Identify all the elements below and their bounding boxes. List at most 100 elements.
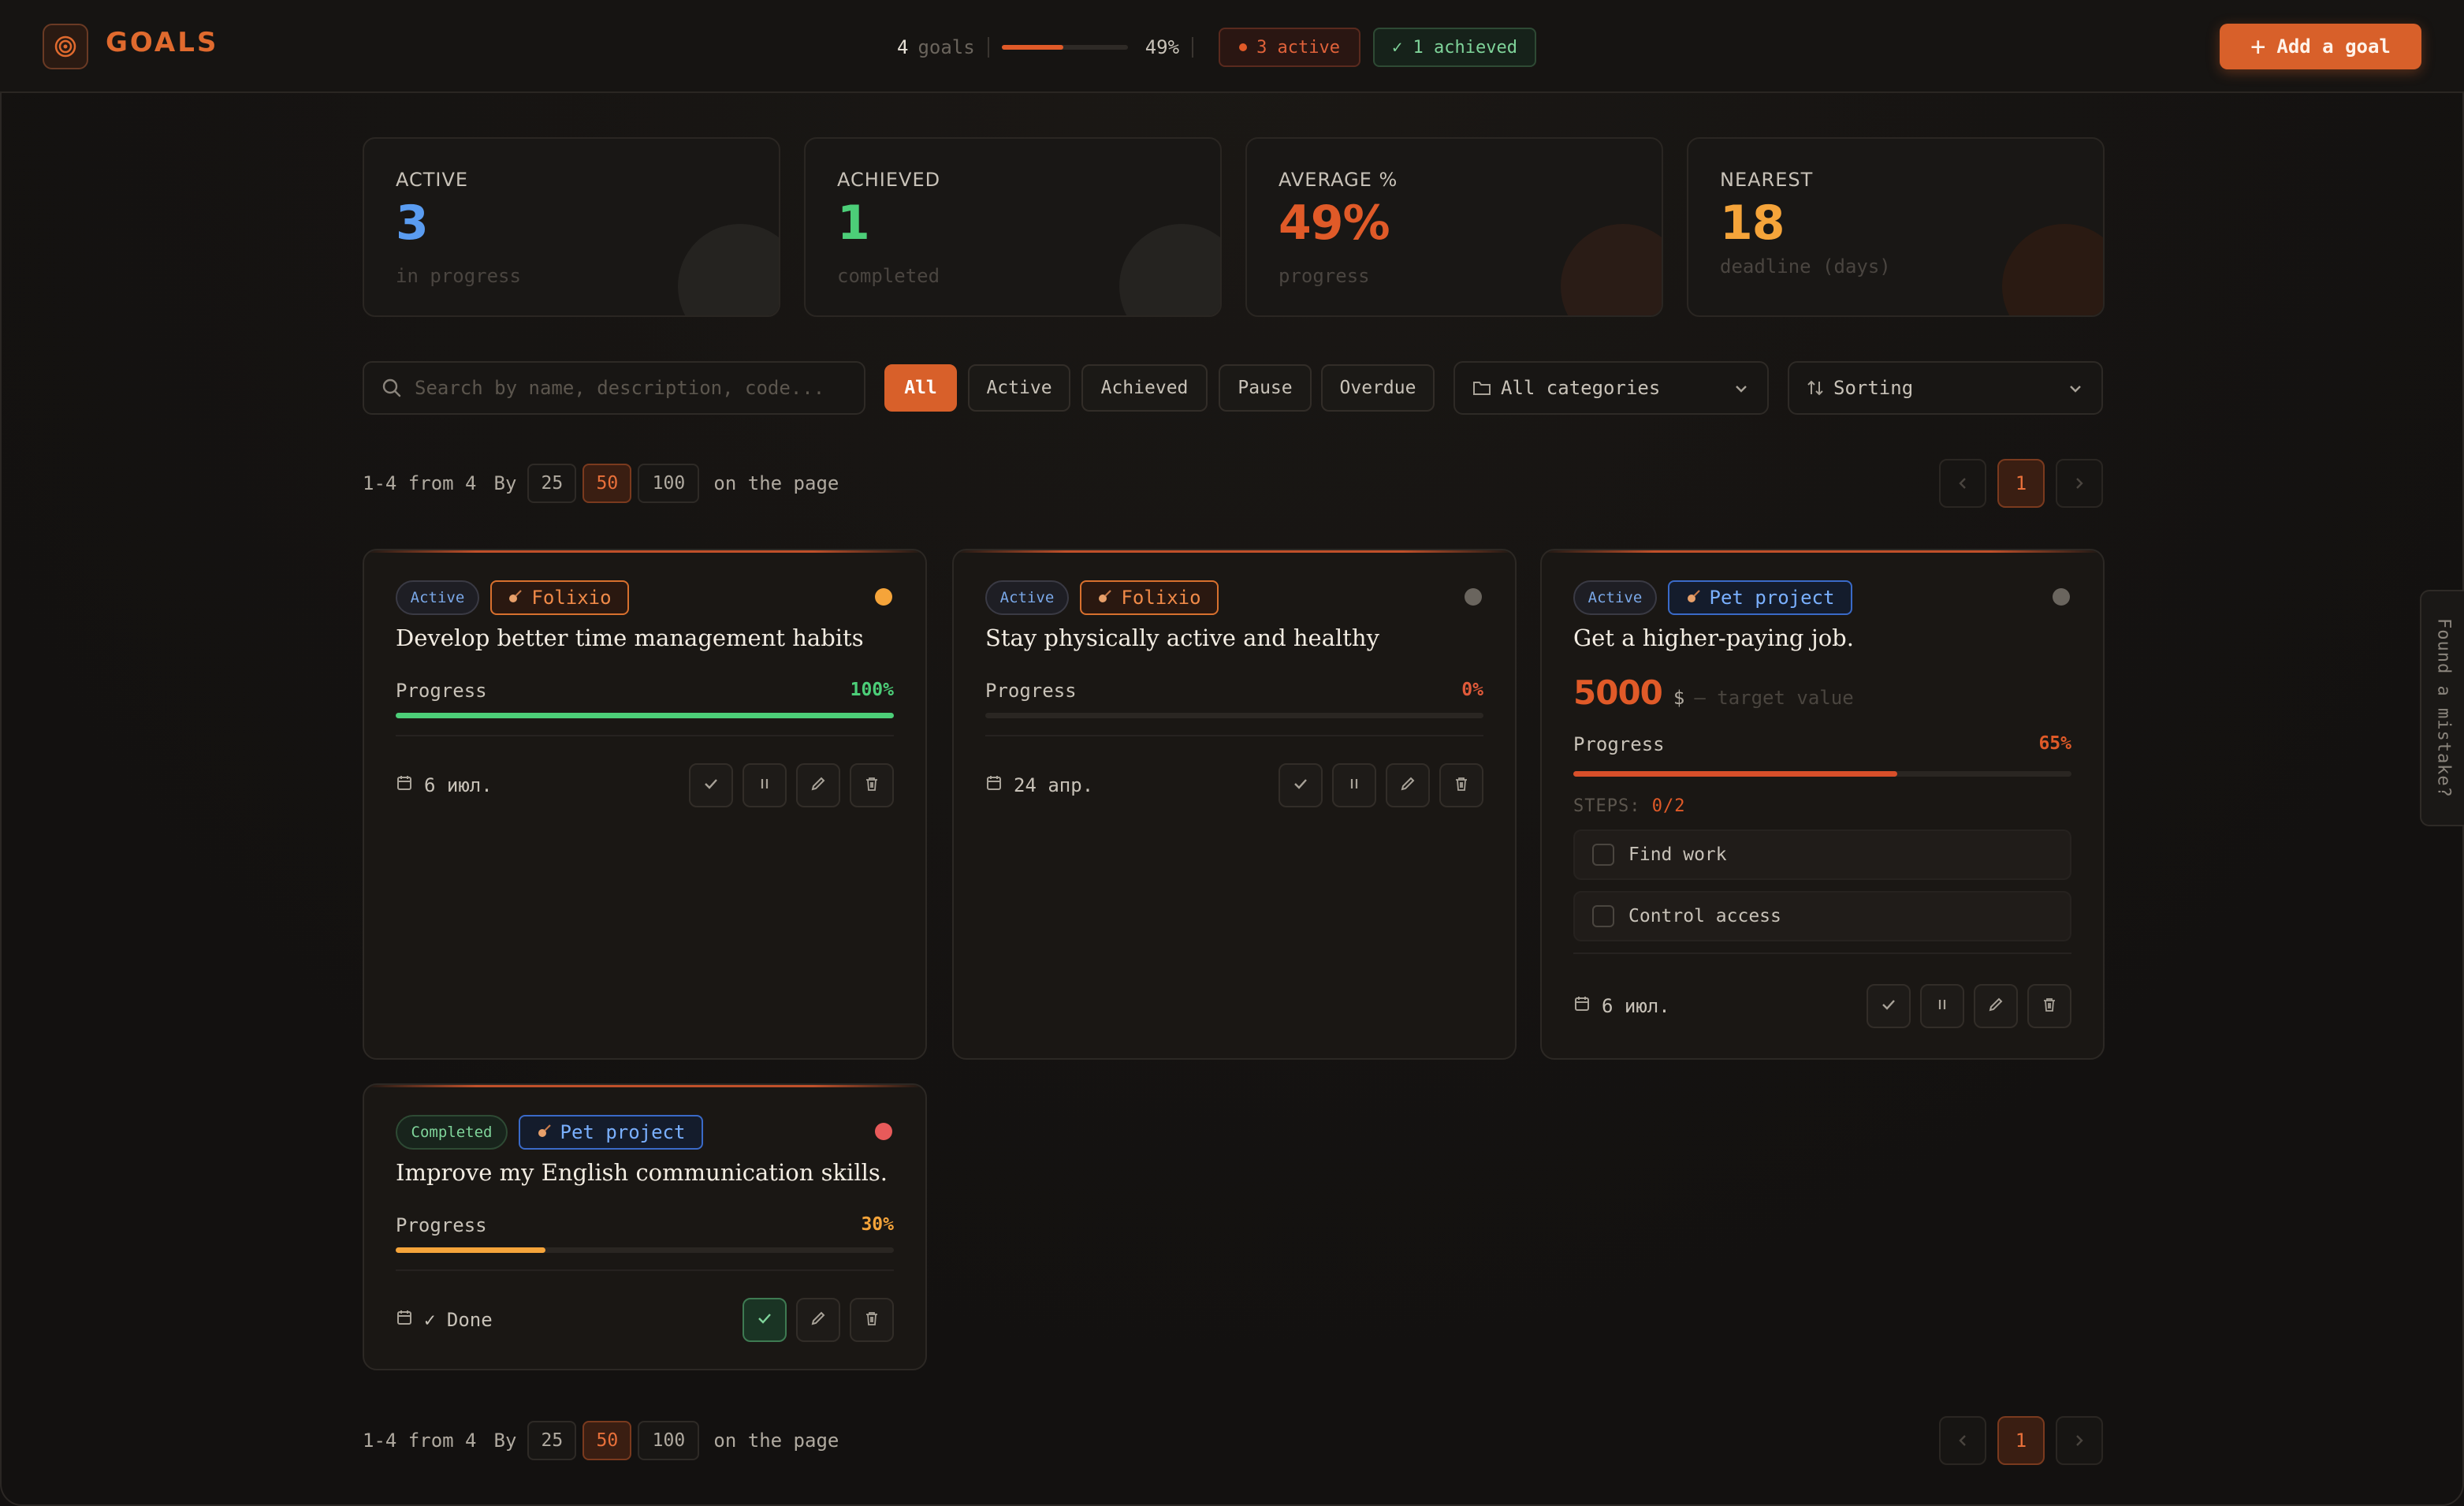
completed-check-button[interactable] xyxy=(743,1298,787,1342)
check-icon xyxy=(1880,996,1897,1016)
status-badge: Active xyxy=(396,580,479,615)
complete-button[interactable] xyxy=(689,763,733,807)
page-number[interactable]: 1 xyxy=(1997,459,2045,508)
check-icon xyxy=(1292,775,1309,796)
target-number: 5000 xyxy=(1573,673,1663,712)
page-size-25[interactable]: 25 xyxy=(527,464,577,503)
divider xyxy=(1192,37,1194,58)
next-page-icon[interactable] xyxy=(2056,459,2103,508)
delete-button[interactable] xyxy=(850,763,894,807)
edit-button[interactable] xyxy=(796,763,840,807)
stat-title: AVERAGE % xyxy=(1279,169,1398,191)
pause-button[interactable] xyxy=(1332,763,1376,807)
by-label: By xyxy=(493,1430,517,1452)
app-title: GOALS xyxy=(106,27,219,58)
delete-button[interactable] xyxy=(2027,984,2071,1028)
delete-button[interactable] xyxy=(850,1298,894,1342)
search-field[interactable]: Search by name, description, code... xyxy=(363,361,865,415)
stat-title: ACHIEVED xyxy=(837,169,941,191)
edit-button[interactable] xyxy=(1974,984,2018,1028)
next-page-icon[interactable] xyxy=(2056,1416,2103,1465)
goal-card[interactable]: Active Folixio Stay physically active an… xyxy=(952,549,1517,1060)
stat-card-achieved: ACHIEVED 1 completed xyxy=(804,137,1222,317)
page-size-100[interactable]: 100 xyxy=(638,1421,700,1460)
card-divider xyxy=(396,1269,894,1271)
sort-select[interactable]: Sorting xyxy=(1788,361,2103,415)
stat-value: 1 xyxy=(837,196,870,251)
step-checkbox[interactable] xyxy=(1592,905,1614,927)
decorative-circle xyxy=(1119,224,1220,315)
card-accent-line xyxy=(364,550,925,553)
filter-chip-pause[interactable]: Pause xyxy=(1219,364,1312,412)
prev-page-icon[interactable] xyxy=(1939,459,1986,508)
progress-value: 100% xyxy=(850,680,894,700)
search-icon xyxy=(382,378,401,397)
step-checkbox[interactable] xyxy=(1592,844,1614,866)
filter-chip-all[interactable]: All xyxy=(884,364,957,412)
page-size-50[interactable]: 50 xyxy=(583,464,632,503)
target-unit: $ xyxy=(1673,687,1685,709)
progress-bar xyxy=(396,713,894,718)
goal-card[interactable]: Active Pet project Get a higher-paying j… xyxy=(1540,549,2105,1060)
step-item[interactable]: Control access xyxy=(1573,891,2071,941)
card-accent-line xyxy=(1542,550,2103,553)
decorative-circle xyxy=(678,224,779,315)
progress-label: Progress xyxy=(985,680,1077,702)
active-pill-label: 3 active xyxy=(1256,37,1341,58)
calendar-icon xyxy=(1573,995,1591,1017)
step-item[interactable]: Find work xyxy=(1573,829,2071,880)
complete-button[interactable] xyxy=(1279,763,1323,807)
category-badge: Pet project xyxy=(1668,580,1852,615)
goal-title: Get a higher-paying job. xyxy=(1573,624,1854,651)
due-date-label: 6 июл. xyxy=(1602,995,1670,1017)
page-number[interactable]: 1 xyxy=(1997,1416,2045,1465)
filter-chip-active[interactable]: Active xyxy=(968,364,1070,412)
pencil-icon xyxy=(1987,996,2004,1016)
top-bar: GOALS 4 goals 49% 3 active ✓ 1 achieved … xyxy=(0,0,2464,93)
report-mistake-tab[interactable]: Found a mistake? xyxy=(2420,590,2464,826)
filter-chip-overdue[interactable]: Overdue xyxy=(1321,364,1435,412)
priority-dot-icon xyxy=(2053,588,2070,606)
card-divider xyxy=(1573,952,2071,954)
progress-value: 30% xyxy=(861,1214,894,1235)
status-badge: Active xyxy=(1573,580,1657,615)
guitar-icon xyxy=(508,587,523,609)
step-label: Control access xyxy=(1628,906,1781,926)
edit-button[interactable] xyxy=(796,1298,840,1342)
goal-card[interactable]: Completed Pet project Improve my English… xyxy=(363,1083,927,1370)
category-select[interactable]: All categories xyxy=(1453,361,1769,415)
add-goal-button[interactable]: + Add a goal xyxy=(2220,24,2421,69)
steps-label: STEPS: xyxy=(1573,796,1641,816)
goal-title: Stay physically active and healthy xyxy=(985,624,1379,651)
step-label: Find work xyxy=(1628,844,1727,865)
filter-chip-achieved[interactable]: Achieved xyxy=(1081,364,1208,412)
active-count-pill[interactable]: 3 active xyxy=(1219,28,1361,67)
dot-icon xyxy=(1239,43,1248,51)
goal-card[interactable]: Active Folixio Develop better time manag… xyxy=(363,549,927,1060)
prev-page-icon[interactable] xyxy=(1939,1416,1986,1465)
category-label: Folixio xyxy=(531,587,612,609)
stat-value: 3 xyxy=(396,196,429,251)
card-actions xyxy=(689,763,894,807)
achieved-count-pill[interactable]: ✓ 1 achieved xyxy=(1373,28,1536,67)
steps-count: 0/2 xyxy=(1651,796,1686,816)
pause-button[interactable] xyxy=(743,763,787,807)
pause-button[interactable] xyxy=(1920,984,1964,1028)
page-size-25[interactable]: 25 xyxy=(527,1421,577,1460)
page-size-50[interactable]: 50 xyxy=(583,1421,632,1460)
header-summary: 4 goals 49% 3 active ✓ 1 achieved xyxy=(897,27,1536,68)
priority-dot-icon xyxy=(1465,588,1482,606)
edit-button[interactable] xyxy=(1386,763,1430,807)
due-date: 24 апр. xyxy=(985,774,1093,796)
calendar-icon xyxy=(396,774,413,796)
category-select-value: All categories xyxy=(1501,377,1661,399)
complete-button[interactable] xyxy=(1867,984,1911,1028)
card-divider xyxy=(396,735,894,736)
status-badge: Completed xyxy=(396,1115,508,1150)
calendar-icon xyxy=(985,774,1003,796)
stat-value: 18 xyxy=(1720,196,1785,251)
delete-button[interactable] xyxy=(1439,763,1483,807)
due-date: ✓ Done xyxy=(396,1309,493,1331)
page-size-100[interactable]: 100 xyxy=(638,464,700,503)
page-suffix-label: on the page xyxy=(713,472,839,494)
